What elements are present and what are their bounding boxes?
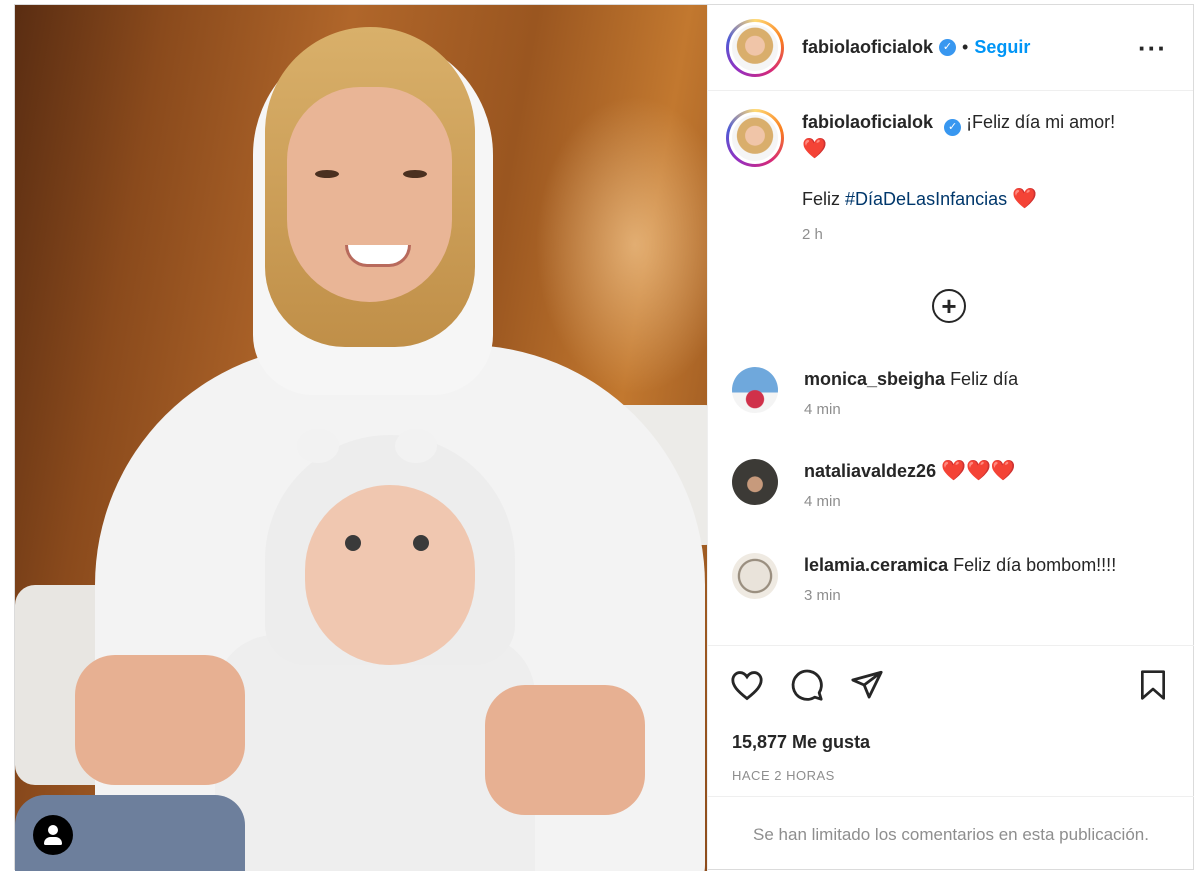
woman-hand-left — [75, 655, 245, 785]
verified-badge-icon: ✓ — [939, 39, 957, 56]
comment-line: monica_sbeigha Feliz día — [804, 367, 1018, 391]
heart-outline-icon[interactable] — [730, 668, 764, 702]
comment-body: lelamia.ceramica Feliz día bombom!!!! 3 … — [804, 553, 1116, 604]
caption-line2-prefix: Feliz — [802, 189, 846, 209]
woman-hand-right — [485, 685, 645, 815]
comment-time[interactable]: 4 min — [804, 401, 1018, 418]
author-avatar[interactable] — [726, 18, 784, 77]
woman-eye-right — [403, 170, 427, 178]
caption-line1: ¡Feliz día mi amor! — [966, 112, 1116, 132]
baby-face — [305, 485, 475, 665]
comment-text: Feliz día — [950, 369, 1019, 389]
user-shoulders-shape — [44, 837, 62, 845]
comment-line: nataliavaldez26 ❤️❤️❤️ — [804, 459, 1016, 483]
paper-plane-icon[interactable] — [850, 668, 884, 702]
instagram-post-window: fabiolaoficialok ✓ • Seguir ··· fabiolao… — [14, 4, 1194, 871]
post-photo[interactable] — [15, 5, 707, 871]
posted-time[interactable]: HACE 2 HORAS — [732, 768, 835, 783]
comment-item: nataliavaldez26 ❤️❤️❤️ 4 min — [732, 459, 1182, 510]
commenter-avatar[interactable] — [732, 459, 778, 505]
caption-time[interactable]: 2 h — [802, 222, 1115, 248]
comment-line: lelamia.ceramica Feliz día bombom!!!! — [804, 553, 1116, 577]
hashtag-link[interactable]: #DíaDeLasInfancias — [845, 189, 1007, 209]
commenter-avatar[interactable] — [732, 553, 778, 599]
commenter-avatar[interactable] — [732, 367, 778, 413]
comment-body: nataliavaldez26 ❤️❤️❤️ 4 min — [804, 459, 1016, 510]
commenter-username[interactable]: lelamia.ceramica — [804, 555, 948, 575]
header-separator: • — [962, 37, 969, 57]
comments-limited-notice: Se han limitado los comentarios en esta … — [708, 796, 1194, 872]
verified-badge-icon: ✓ — [944, 119, 962, 136]
comment-bubble-icon[interactable] — [790, 668, 824, 702]
more-options-icon[interactable]: ··· — [1138, 35, 1167, 61]
post-actions: 15,877 Me gusta HACE 2 HORAS Se han limi… — [708, 645, 1194, 871]
commenter-username[interactable]: monica_sbeigha — [804, 369, 945, 389]
comment-text: ❤️❤️❤️ — [941, 460, 1016, 482]
load-more-comments-icon[interactable]: + — [932, 289, 966, 323]
caption-second-line: Feliz #DíaDeLasInfancias ❤️ — [802, 186, 1115, 212]
comment-item: lelamia.ceramica Feliz día bombom!!!! 3 … — [732, 553, 1182, 604]
wood-panel-sheen — [535, 95, 707, 395]
caption-text-block: fabiolaoficialok ✓ ¡Feliz día mi amor! ❤… — [802, 109, 1115, 248]
comment-time[interactable]: 4 min — [804, 493, 1016, 510]
woman-eye-left — [315, 170, 339, 178]
author-avatar-image — [729, 21, 781, 74]
likes-count[interactable]: 15,877 Me gusta — [732, 732, 870, 753]
comment-text: Feliz día bombom!!!! — [953, 555, 1117, 575]
caption-first-line: fabiolaoficialok ✓ ¡Feliz día mi amor! — [802, 109, 1115, 136]
post-caption: fabiolaoficialok ✓ ¡Feliz día mi amor! ❤… — [726, 109, 1186, 248]
user-head-shape — [48, 825, 58, 835]
baby-eye-left — [345, 535, 361, 551]
follow-button[interactable]: Seguir — [974, 37, 1030, 58]
action-icons — [730, 668, 884, 702]
baby-hood-ear-right — [395, 429, 437, 463]
comment-body: monica_sbeigha Feliz día 4 min — [804, 367, 1018, 418]
woman-face — [287, 87, 452, 302]
caption-avatar[interactable] — [726, 109, 784, 167]
bookmark-icon[interactable] — [1136, 668, 1170, 702]
post-side-panel: fabiolaoficialok ✓ • Seguir ··· fabiolao… — [707, 5, 1194, 871]
heart-emoji: ❤️ — [802, 138, 827, 160]
post-header: fabiolaoficialok ✓ • Seguir ··· — [708, 5, 1193, 91]
caption-heart-line: ❤️ — [802, 136, 1115, 162]
comment-time[interactable]: 3 min — [804, 587, 1116, 604]
comment-item: monica_sbeigha Feliz día 4 min — [732, 367, 1182, 418]
tagged-users-icon[interactable] — [33, 815, 73, 855]
commenter-username[interactable]: nataliavaldez26 — [804, 461, 936, 481]
baby-hood-ear-left — [297, 429, 339, 463]
caption-avatar-image — [729, 112, 781, 164]
author-username[interactable]: fabiolaoficialok — [802, 37, 933, 58]
baby-eye-right — [413, 535, 429, 551]
heart-emoji: ❤️ — [1012, 188, 1038, 210]
caption-username[interactable]: fabiolaoficialok — [802, 112, 933, 132]
